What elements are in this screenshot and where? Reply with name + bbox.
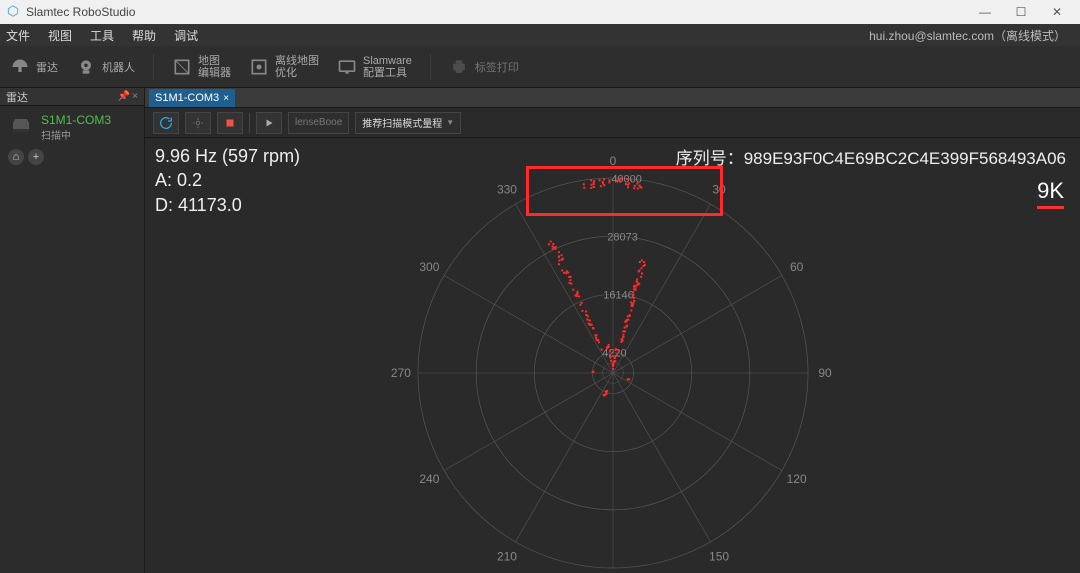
play-button[interactable]: [256, 112, 282, 134]
radar-icon: [10, 57, 30, 77]
menu-tools[interactable]: 工具: [90, 27, 114, 44]
tab-close-icon[interactable]: ×: [223, 93, 229, 104]
svg-text:330: 330: [496, 182, 516, 196]
tabstrip: S1M1-COM3 ×: [145, 88, 1080, 108]
stats-d: D: 41173.0: [155, 193, 300, 217]
tool-print-label: 标签打印: [475, 59, 519, 75]
tool-offline-map[interactable]: 离线地图 优化: [249, 55, 319, 79]
tool-radar[interactable]: 雷达: [10, 57, 58, 77]
mode-combo-1-label: lenseBooe: [295, 117, 342, 128]
controlbar-separator: [249, 113, 250, 133]
menu-debug[interactable]: 调试: [174, 27, 198, 44]
close-button[interactable]: ✕: [1040, 1, 1074, 23]
window-title: Slamtec RoboStudio: [26, 5, 135, 19]
viewport[interactable]: 9.96 Hz (597 rpm) A: 0.2 D: 41173.0 序列号：…: [145, 138, 1080, 573]
svg-text:16146: 16146: [603, 289, 634, 301]
tool-offline-map-label-2: 优化: [275, 67, 319, 79]
lidar-device-icon: [9, 113, 33, 137]
main-area: S1M1-COM3 × lenseBooe 推荐扫描模式量程: [145, 88, 1080, 573]
sidepanel-title: 雷达: [6, 89, 28, 105]
range-badge: 9K: [1037, 178, 1064, 209]
refresh-button[interactable]: [153, 112, 179, 134]
print-icon: [449, 57, 469, 77]
svg-text:300: 300: [419, 260, 439, 274]
mode-combo-1[interactable]: lenseBooe: [288, 112, 349, 134]
maximize-button[interactable]: ☐: [1004, 1, 1038, 23]
pin-icon[interactable]: 📌: [118, 91, 130, 102]
map-editor-icon: [172, 57, 192, 77]
device-item[interactable]: S1M1-COM3 扫描中: [0, 106, 144, 149]
scan-mode-label: 推荐扫描模式量程: [362, 115, 442, 130]
stats-hz: 9.96 Hz (597 rpm): [155, 144, 300, 168]
menubar: 文件 视图 工具 帮助 调试 hui.zhou@slamtec.com（离线模式…: [0, 24, 1080, 46]
svg-text:28073: 28073: [607, 231, 638, 243]
device-add-button[interactable]: +: [28, 149, 44, 165]
menu-file[interactable]: 文件: [6, 27, 30, 44]
svg-text:150: 150: [709, 550, 729, 564]
panel-close-icon[interactable]: ×: [132, 91, 138, 102]
tab-label: S1M1-COM3: [155, 92, 219, 104]
device-home-button[interactable]: ⌂: [8, 149, 24, 165]
stats-overlay: 9.96 Hz (597 rpm) A: 0.2 D: 41173.0: [155, 144, 300, 217]
svg-text:270: 270: [390, 366, 410, 380]
chevron-down-icon: ▼: [446, 118, 454, 127]
titlebar: Slamtec RoboStudio — ☐ ✕: [0, 0, 1080, 24]
tool-map-editor[interactable]: 地图 编辑器: [172, 55, 231, 79]
sidepanel: 雷达 📌 × S1M1-COM3 扫描中 ⌂ +: [0, 88, 145, 573]
tool-map-editor-label-2: 编辑器: [198, 67, 231, 79]
minimize-button[interactable]: —: [968, 1, 1002, 23]
user-info[interactable]: hui.zhou@slamtec.com（离线模式）: [869, 27, 1074, 44]
tool-radar-label: 雷达: [36, 59, 58, 75]
svg-text:240: 240: [419, 472, 439, 486]
tool-print[interactable]: 标签打印: [449, 57, 519, 77]
toolbar-separator-2: [430, 54, 431, 80]
crosshair-button[interactable]: [185, 112, 211, 134]
highlight-box: [526, 166, 723, 216]
robot-icon: [76, 57, 96, 77]
device-name: S1M1-COM3: [41, 113, 111, 127]
svg-text:60: 60: [789, 260, 803, 274]
tab-active[interactable]: S1M1-COM3 ×: [149, 89, 235, 107]
tool-robot-label: 机器人: [102, 59, 135, 75]
tool-slamware-label-2: 配置工具: [363, 67, 412, 79]
svg-text:120: 120: [786, 472, 806, 486]
toolbar: 雷达 机器人 地图 编辑器 离线地图 优化 Slamware 配置工具: [0, 46, 1080, 88]
menu-view[interactable]: 视图: [48, 27, 72, 44]
tool-offline-map-label-1: 离线地图: [275, 55, 319, 67]
tool-map-editor-label-1: 地图: [198, 55, 231, 67]
tool-slamware-config[interactable]: Slamware 配置工具: [337, 55, 412, 79]
stats-a: A: 0.2: [155, 168, 300, 192]
app-logo-icon: [6, 4, 20, 21]
sidepanel-header: 雷达 📌 ×: [0, 88, 144, 106]
svg-text:210: 210: [496, 550, 516, 564]
controlbar: lenseBooe 推荐扫描模式量程 ▼: [145, 108, 1080, 138]
device-status: 扫描中: [41, 127, 111, 142]
menu-help[interactable]: 帮助: [132, 27, 156, 44]
tool-slamware-label-1: Slamware: [363, 55, 412, 67]
tool-robot[interactable]: 机器人: [76, 57, 135, 77]
slamware-config-icon: [337, 57, 357, 77]
record-stop-button[interactable]: [217, 112, 243, 134]
svg-text:90: 90: [818, 366, 832, 380]
scan-mode-combo[interactable]: 推荐扫描模式量程 ▼: [355, 112, 461, 134]
toolbar-separator: [153, 54, 154, 80]
offline-map-icon: [249, 57, 269, 77]
